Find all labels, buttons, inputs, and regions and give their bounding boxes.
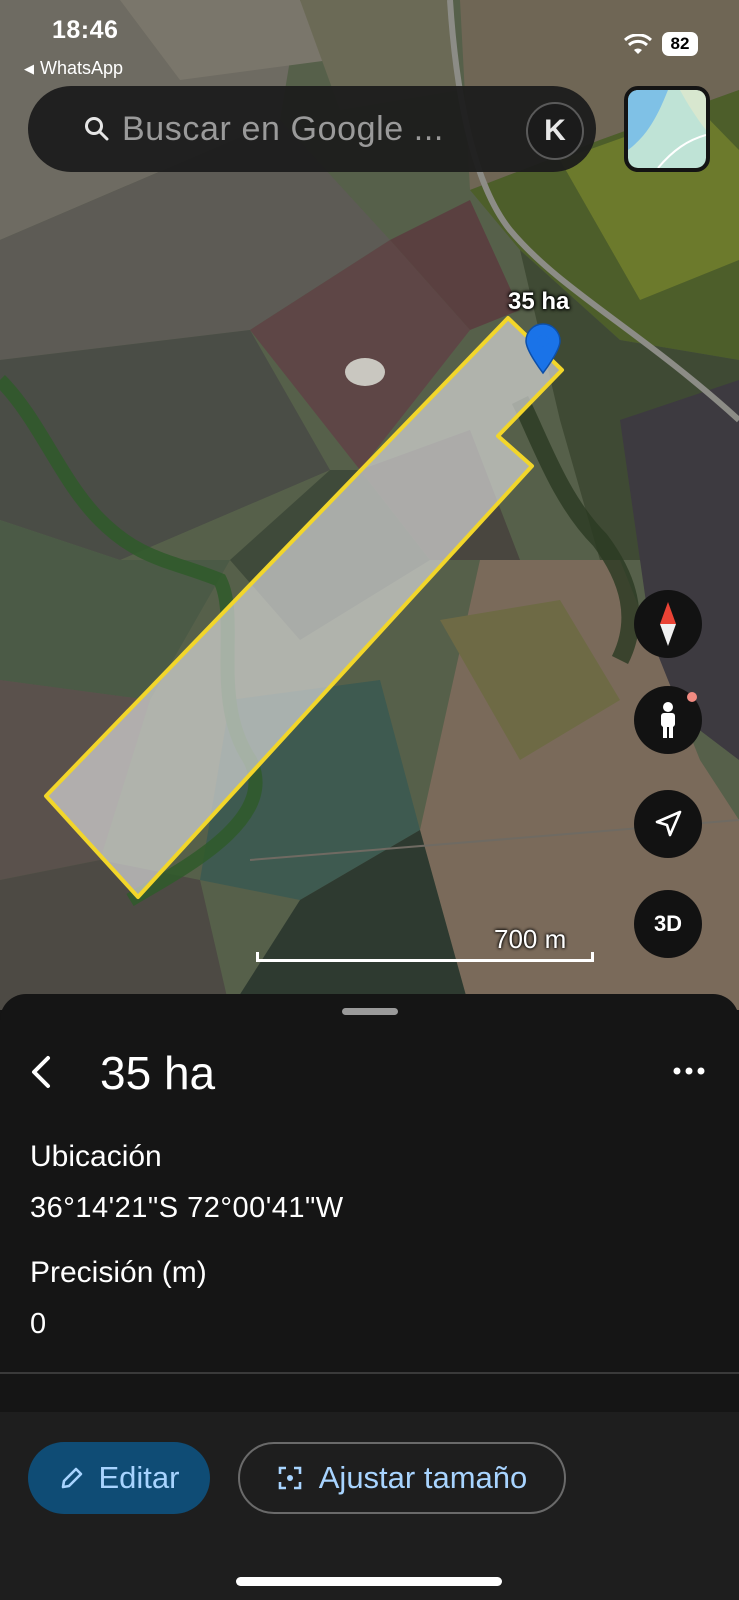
location-value: 36°14'21"S 72°00'41"W: [30, 1192, 344, 1224]
precision-value: 0: [30, 1308, 47, 1340]
back-triangle-icon: ◀: [24, 60, 34, 76]
my-location-button[interactable]: [634, 790, 702, 858]
pegman-indicator-dot: [687, 692, 697, 702]
map-layers-button[interactable]: [624, 86, 710, 172]
layers-thumbnail: [628, 90, 706, 168]
sheet-drag-handle[interactable]: [342, 1008, 398, 1015]
3d-toggle-button[interactable]: 3D: [634, 890, 702, 958]
back-app-name: WhatsApp: [40, 58, 124, 78]
action-bar: Editar Ajustar tamaño: [0, 1412, 739, 1600]
satellite-map[interactable]: 18:46 ◀ WhatsApp 82 Buscar en Google ...…: [0, 0, 739, 1010]
wifi-icon: [624, 34, 652, 54]
precision-label: Precisión (m): [30, 1256, 207, 1289]
scale-label: 700 m: [494, 924, 567, 954]
compass-button[interactable]: [634, 590, 702, 658]
search-placeholder[interactable]: Buscar en Google ...: [122, 110, 444, 149]
avatar-letter: K: [544, 114, 566, 147]
search-icon: [85, 117, 109, 141]
resize-button[interactable]: Ajustar tamaño: [238, 1442, 566, 1514]
pegman-icon: [661, 702, 675, 738]
sheet-divider: [0, 1372, 739, 1374]
more-dots-icon[interactable]: [672, 1064, 706, 1078]
edit-button[interactable]: Editar: [28, 1442, 210, 1514]
location-label: Ubicación: [30, 1140, 162, 1173]
resize-label: Ajustar tamaño: [318, 1460, 528, 1495]
account-avatar[interactable]: K: [526, 102, 584, 160]
locate-icon: [655, 810, 682, 837]
battery-icon: 82: [662, 32, 698, 56]
map-pin-icon[interactable]: [523, 323, 563, 375]
street-view-button[interactable]: [634, 686, 702, 754]
pencil-icon: [61, 1467, 82, 1489]
back-chevron-icon[interactable]: [26, 1050, 56, 1094]
details-sheet: 35 ha Ubicación 36°14'21"S 72°00'41"W Pr…: [0, 994, 739, 1600]
back-to-app-link[interactable]: ◀ WhatsApp: [24, 58, 123, 79]
sheet-title: 35 ha: [100, 1047, 216, 1099]
google-earth-screen: 18:46 ◀ WhatsApp 82 Buscar en Google ...…: [0, 0, 739, 1600]
area-label: 35 ha: [508, 288, 570, 315]
compass-icon: [660, 602, 676, 646]
status-time: 18:46: [52, 16, 119, 44]
search-bar[interactable]: Buscar en Google ... K: [28, 86, 596, 172]
home-indicator[interactable]: [236, 1577, 502, 1586]
resize-frame-icon: [278, 1466, 302, 1490]
scale-bar: [256, 952, 594, 962]
edit-label: Editar: [98, 1460, 180, 1495]
